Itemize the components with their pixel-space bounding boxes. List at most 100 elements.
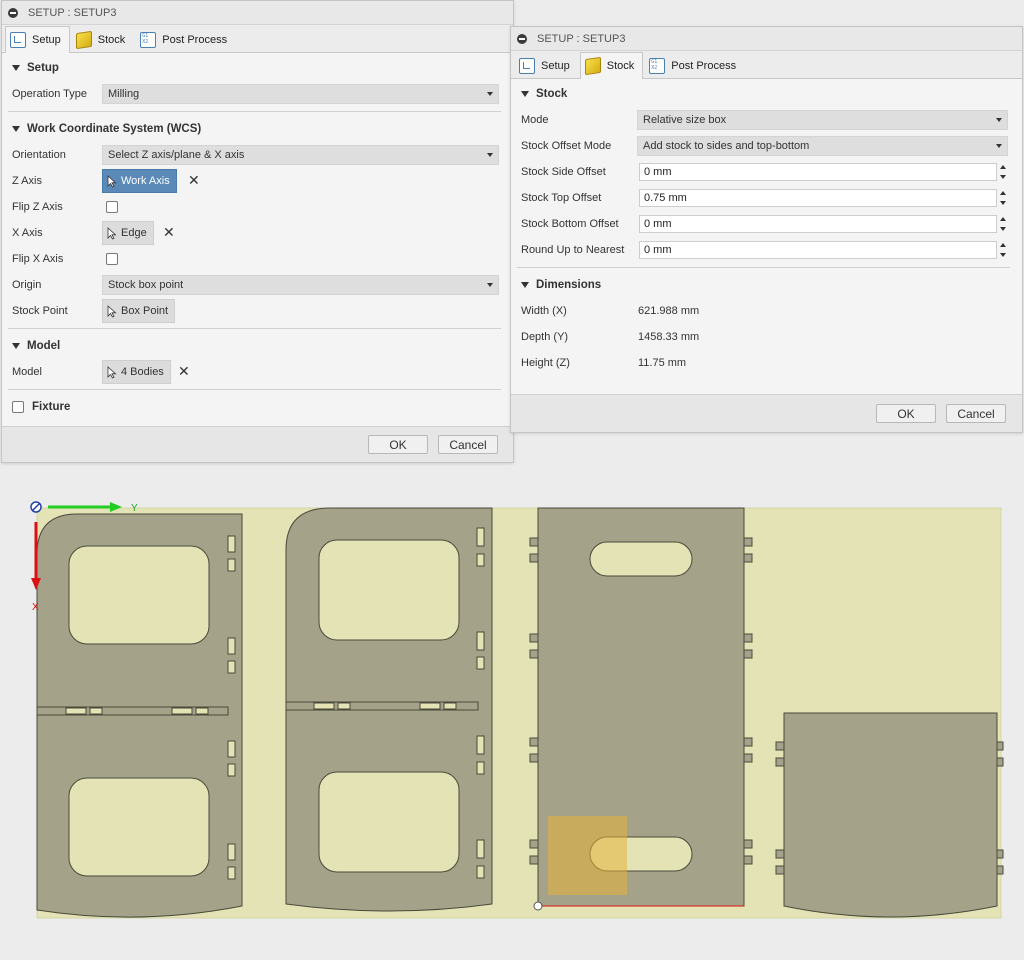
origin-dropdown[interactable]: Stock box point (102, 275, 499, 295)
top-offset-input[interactable]: 0.75 mm (639, 189, 997, 207)
section-fixture-header[interactable]: Fixture (2, 394, 513, 420)
flip-z-row: Flip Z Axis (2, 194, 513, 220)
offset-mode-dropdown[interactable]: Add stock to sides and top-bottom (637, 136, 1008, 156)
fixture-checkbox[interactable] (12, 401, 24, 413)
bottom-offset-input[interactable]: 0 mm (639, 215, 997, 233)
post-process-icon (140, 31, 157, 48)
expand-triangle-icon (12, 65, 20, 71)
stock-point-highlight (548, 816, 627, 895)
model-row: Model 4 Bodies ✕ (2, 359, 513, 385)
operation-type-label: Operation Type (12, 88, 88, 100)
pointer-icon (107, 365, 117, 379)
chevron-down-icon (487, 153, 493, 157)
dialog-footer: OK Cancel (511, 394, 1022, 432)
flip-z-checkbox[interactable] (106, 201, 118, 213)
pointer-icon (107, 226, 117, 240)
dialog-title-bar[interactable]: SETUP : SETUP3 (2, 1, 513, 25)
tab-bar: Setup Stock Post Process (511, 51, 1022, 79)
expand-triangle-icon (12, 126, 20, 132)
depth-value: 1458.33 mm (638, 331, 700, 343)
operation-type-dropdown[interactable]: Milling (102, 84, 499, 104)
divider (8, 389, 501, 390)
orientation-row: Orientation Select Z axis/plane & X axis (2, 142, 513, 168)
stock-icon (75, 30, 92, 49)
top-offset-spinner[interactable] (998, 189, 1008, 207)
section-model-header[interactable]: Model (2, 333, 513, 359)
side-offset-input[interactable]: 0 mm (639, 163, 997, 181)
chevron-down-icon (996, 144, 1002, 148)
cancel-button[interactable]: Cancel (438, 435, 498, 454)
mode-dropdown[interactable]: Relative size box (637, 110, 1008, 130)
x-axis-label: X (32, 602, 39, 613)
x-axis-row: X Axis Edge ✕ (2, 220, 513, 246)
tab-setup[interactable]: Setup (5, 26, 70, 53)
setup-icon (519, 57, 535, 74)
tab-post-process[interactable]: Post Process (135, 26, 236, 52)
stock-point-select-button[interactable]: Box Point (102, 299, 176, 323)
expand-triangle-icon (521, 91, 529, 97)
dialog-title: SETUP : SETUP3 (28, 6, 117, 19)
canvas-viewport[interactable]: Y X (0, 466, 1024, 957)
z-axis-row: Z Axis Work Axis ✕ (2, 168, 513, 194)
clear-x-axis-icon[interactable]: ✕ (163, 224, 175, 241)
tab-setup[interactable]: Setup (514, 52, 579, 78)
origin-row: Origin Stock box point (2, 272, 513, 298)
setup-dialog-right: SETUP : SETUP3 Setup Stock Post Process … (510, 26, 1023, 433)
round-up-spinner[interactable] (998, 241, 1008, 259)
chevron-down-icon (996, 118, 1002, 122)
section-stock-header[interactable]: Stock (511, 81, 1022, 107)
model-select-button[interactable]: 4 Bodies (102, 360, 171, 384)
chevron-down-icon (487, 92, 493, 96)
expand-triangle-icon (521, 282, 529, 288)
cancel-button[interactable]: Cancel (946, 404, 1006, 423)
chevron-down-icon (487, 283, 493, 287)
ok-button[interactable]: OK (876, 404, 936, 423)
bottom-offset-spinner[interactable] (998, 215, 1008, 233)
x-axis-select-button[interactable]: Edge (102, 221, 154, 245)
z-axis-select-button[interactable]: Work Axis (102, 169, 177, 193)
flip-x-row: Flip X Axis (2, 246, 513, 272)
part-body-1[interactable] (36, 513, 243, 918)
pointer-icon (107, 174, 117, 188)
operation-type-row: Operation Type Milling (2, 81, 513, 107)
clear-z-axis-icon[interactable]: ✕ (188, 172, 200, 189)
flip-x-checkbox[interactable] (106, 253, 118, 265)
post-process-icon (649, 57, 666, 74)
cam-canvas[interactable]: Y X (0, 466, 1024, 957)
width-value: 621.988 mm (638, 305, 700, 317)
section-dimensions-header[interactable]: Dimensions (511, 272, 1022, 298)
pointer-icon (107, 304, 117, 318)
origin-point-icon[interactable] (533, 901, 543, 911)
collapse-icon[interactable] (517, 33, 527, 44)
dialog-title-bar[interactable]: SETUP : SETUP3 (511, 27, 1022, 51)
top-offset-row: Stock Top Offset 0.75 mm (511, 185, 1022, 211)
divider (8, 111, 501, 112)
section-setup-header[interactable]: Setup (2, 55, 513, 81)
divider (517, 267, 1010, 268)
clear-model-icon[interactable]: ✕ (178, 363, 190, 380)
round-up-row: Round Up to Nearest 0 mm (511, 237, 1022, 263)
expand-triangle-icon (12, 343, 20, 349)
bottom-offset-row: Stock Bottom Offset 0 mm (511, 211, 1022, 237)
tab-stock[interactable]: Stock (71, 26, 135, 52)
setup-icon (10, 32, 26, 48)
divider (8, 328, 501, 329)
orientation-dropdown[interactable]: Select Z axis/plane & X axis (102, 145, 499, 165)
setup-dialog-left: SETUP : SETUP3 Setup Stock Post Process … (1, 0, 514, 463)
mode-row: Mode Relative size box (511, 107, 1022, 133)
part-body-4[interactable] (775, 712, 1004, 918)
ok-button[interactable]: OK (368, 435, 428, 454)
stock-point-row: Stock Point Box Point (2, 298, 513, 324)
height-row: Height (Z) 11.75 mm (521, 357, 687, 369)
side-offset-spinner[interactable] (998, 163, 1008, 181)
tab-bar: Setup Stock Post Process (2, 25, 513, 53)
part-body-2[interactable] (285, 507, 493, 912)
tab-post-process[interactable]: Post Process (644, 52, 745, 78)
tab-stock[interactable]: Stock (579, 52, 644, 79)
height-value: 11.75 mm (638, 357, 687, 369)
section-wcs-header[interactable]: Work Coordinate System (WCS) (2, 116, 513, 142)
round-up-input[interactable]: 0 mm (639, 241, 997, 259)
collapse-icon[interactable] (8, 7, 18, 18)
width-row: Width (X) 621.988 mm (521, 305, 700, 317)
side-offset-row: Stock Side Offset 0 mm (511, 159, 1022, 185)
